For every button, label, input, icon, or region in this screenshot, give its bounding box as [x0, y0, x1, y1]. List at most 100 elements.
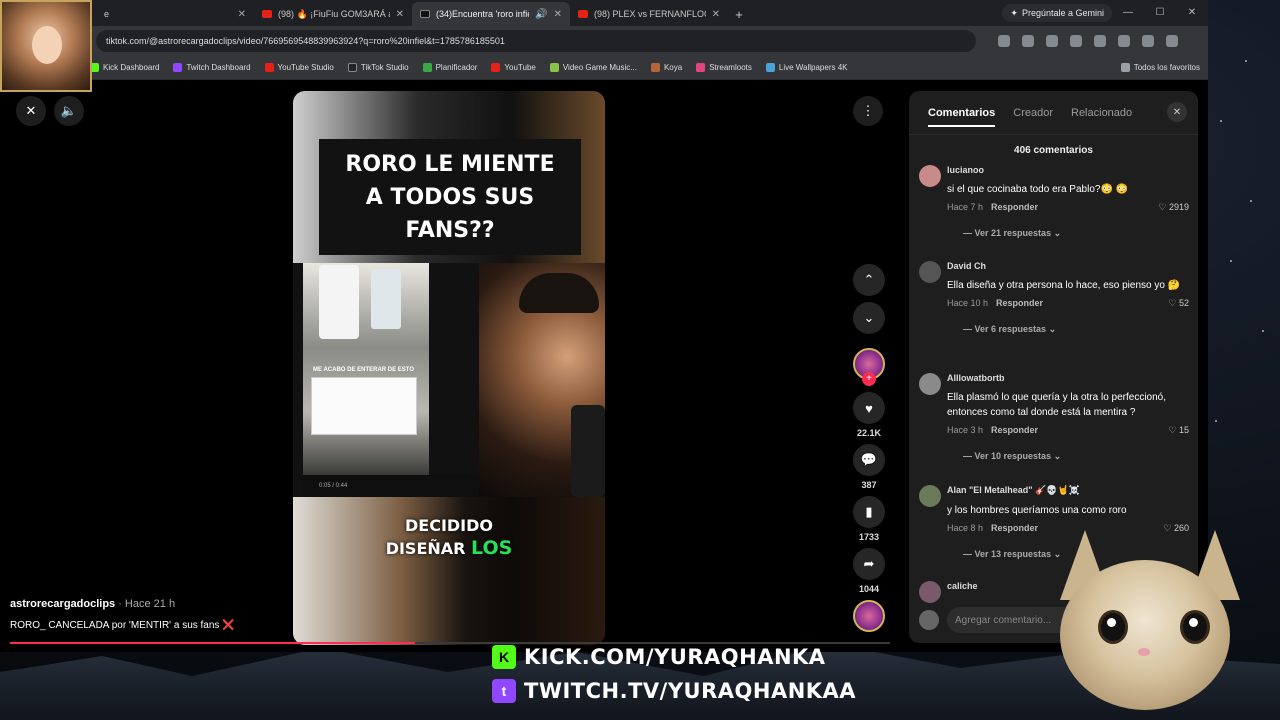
comment-like-button[interactable]: ♡ 2919: [1158, 202, 1189, 213]
close-tab-icon[interactable]: ✕: [712, 9, 720, 20]
close-tab-icon[interactable]: ✕: [238, 9, 246, 20]
gemini-icon: ✦: [1010, 7, 1018, 18]
close-tab-icon[interactable]: ✕: [396, 9, 404, 20]
maximize-icon[interactable]: ☐: [1144, 0, 1176, 24]
bookmark-tiktok-studio[interactable]: TikTok Studio: [347, 63, 409, 72]
video-player[interactable]: RORO LE MIENTE A TODOS SUS FANS?? ME ACA…: [293, 91, 605, 645]
tiktok-icon: [420, 10, 430, 18]
video-left-clip: ME ACABO DE ENTERAR DE ESTO: [303, 263, 429, 475]
save-button[interactable]: ▮ 1733: [852, 496, 886, 542]
menu-icon[interactable]: [1166, 35, 1178, 47]
translate-icon[interactable]: [998, 35, 1010, 47]
follow-plus-icon[interactable]: +: [862, 372, 876, 386]
comment-button[interactable]: 💬 387: [852, 444, 886, 490]
new-tab-button[interactable]: +: [728, 2, 750, 26]
sound-avatar[interactable]: [852, 600, 886, 632]
address-bar[interactable]: tiktok.com/@astrorecargadoclips/video/76…: [96, 30, 976, 52]
close-panel-icon[interactable]: ✕: [1167, 102, 1187, 122]
next-video-button[interactable]: ⌄: [852, 302, 886, 334]
progress-fill: [10, 642, 415, 644]
tab-relacionado[interactable]: Relacionado: [1071, 107, 1132, 119]
reply-button[interactable]: Responder: [991, 523, 1038, 533]
panel-tabs: Comentarios Creador Relacionado ✕: [909, 91, 1198, 135]
tab-active[interactable]: (34)Encuentra 'roro infiel' e 🔊 ✕: [412, 2, 570, 26]
minimize-icon[interactable]: —: [1112, 0, 1144, 24]
bookmark-koya[interactable]: Koya: [650, 63, 682, 72]
tab-comentarios[interactable]: Comentarios: [928, 107, 996, 127]
avatar[interactable]: [919, 261, 941, 283]
extension-icon[interactable]: [1070, 35, 1082, 47]
heart-icon: ♥: [853, 392, 885, 424]
speaker-icon[interactable]: 🔊: [535, 9, 547, 20]
avatar[interactable]: [919, 165, 941, 187]
more-options-icon[interactable]: ⋮: [853, 96, 883, 126]
view-replies-button[interactable]: — Ver 6 respuestas ⌄: [947, 324, 1189, 335]
reply-button[interactable]: Responder: [991, 425, 1038, 435]
avatar[interactable]: [919, 373, 941, 395]
close-tab-icon[interactable]: ✕: [554, 9, 562, 20]
all-bookmarks[interactable]: Todos los favoritos: [1120, 63, 1200, 72]
tiktok-viewer: ✕ 🔈 ⋮ RORO LE MIENTE A TODOS SUS FANS?? …: [0, 80, 1208, 652]
comment-like-button[interactable]: ♡ 52: [1168, 298, 1189, 309]
share-arrow-icon: ➦: [853, 548, 885, 580]
chevron-up-icon: ⌃: [853, 264, 885, 296]
twitch-link: t TWITCH.TV/YURAQHANKAA: [492, 674, 856, 708]
bookmarks-bar: Kick Dashboard Twitch Dashboard YouTube …: [0, 56, 1208, 80]
tab-4[interactable]: (98) PLEX vs FERNANFLOO | LA... ✕: [570, 2, 728, 26]
browser-window: e ✕ (98) 🔥 ¡FiuFiu GOM3ARÁ a Si... ✕ (34…: [0, 0, 1208, 652]
video-author[interactable]: astrorecargadoclips · Hace 21 h: [10, 598, 175, 610]
window-controls: — ☐ ✕: [1112, 0, 1208, 24]
chevron-down-icon: ⌄: [853, 302, 885, 334]
bookmark-star-icon[interactable]: [1046, 35, 1058, 47]
cat-mascot-overlay: [1040, 530, 1270, 720]
stream-links-overlay: K KICK.COM/YURAQHANKA t TWITCH.TV/YURAQH…: [492, 640, 856, 708]
twitch-logo-icon: t: [492, 679, 516, 703]
youtube-icon: [578, 10, 588, 18]
bookmark-twitch-dashboard[interactable]: Twitch Dashboard: [173, 63, 251, 72]
comment-count: 406 comentarios: [1014, 145, 1093, 156]
extensions-puzzle-icon[interactable]: [1094, 35, 1106, 47]
tab-1[interactable]: e ✕: [96, 2, 254, 26]
tab-creador[interactable]: Creador: [1013, 107, 1053, 119]
kick-link: K KICK.COM/YURAQHANKA: [492, 640, 856, 674]
bookmark-youtube-studio[interactable]: YouTube Studio: [264, 63, 334, 72]
video-description: RORO_ CANCELADA por 'MENTIR' a sus fans …: [10, 620, 235, 631]
close-icon[interactable]: ✕: [16, 96, 46, 126]
video-caption: DECIDIDO DISEÑAR LOS: [385, 516, 513, 559]
cast-icon[interactable]: [1022, 35, 1034, 47]
bookmark-streamloots[interactable]: Streamloots: [696, 63, 752, 72]
youtube-icon: [262, 10, 272, 18]
bookmark-planificador[interactable]: Planificador: [422, 63, 477, 72]
close-window-icon[interactable]: ✕: [1176, 0, 1208, 24]
tab-2[interactable]: (98) 🔥 ¡FiuFiu GOM3ARÁ a Si... ✕: [254, 2, 412, 26]
creator-avatar[interactable]: +: [852, 348, 886, 386]
bookmark-youtube[interactable]: YouTube: [491, 63, 536, 72]
video-right-clip: [479, 263, 605, 497]
reply-button[interactable]: Responder: [996, 298, 1043, 308]
download-icon[interactable]: [1118, 35, 1130, 47]
kick-logo-icon: K: [492, 645, 516, 669]
browser-toolbar: tiktok.com/@astrorecargadoclips/video/76…: [0, 26, 1208, 56]
avatar[interactable]: [919, 485, 941, 507]
comment-like-button[interactable]: ♡ 15: [1168, 425, 1189, 436]
profile-icon[interactable]: [1142, 35, 1154, 47]
reply-button[interactable]: Responder: [991, 202, 1038, 212]
bookmark-icon: ▮: [853, 496, 885, 528]
avatar[interactable]: [919, 581, 941, 603]
streamer-webcam: [0, 0, 92, 92]
view-replies-button[interactable]: — Ver 21 respuestas ⌄: [947, 228, 1189, 239]
bookmark-video-game-music[interactable]: Video Game Music...: [549, 63, 637, 72]
bookmark-live-wallpapers[interactable]: Live Wallpapers 4K: [765, 63, 848, 72]
bookmark-kick-dashboard[interactable]: Kick Dashboard: [90, 63, 159, 72]
comment-icon: 💬: [853, 444, 885, 476]
video-title-card: RORO LE MIENTE A TODOS SUS FANS??: [319, 139, 581, 255]
previous-video-button[interactable]: ⌃: [852, 264, 886, 296]
tab-bar: e ✕ (98) 🔥 ¡FiuFiu GOM3ARÁ a Si... ✕ (34…: [0, 0, 1208, 26]
inner-player-bar: 0:05 / 0:44: [303, 475, 479, 497]
volume-icon[interactable]: 🔈: [54, 96, 84, 126]
avatar: [919, 610, 939, 630]
share-button[interactable]: ➦ 1044: [852, 548, 886, 594]
view-replies-button[interactable]: — Ver 10 respuestas ⌄: [947, 451, 1189, 462]
like-button[interactable]: ♥ 22.1K: [852, 392, 886, 438]
gemini-button[interactable]: ✦ Pregúntale a Gemini: [1002, 4, 1112, 22]
